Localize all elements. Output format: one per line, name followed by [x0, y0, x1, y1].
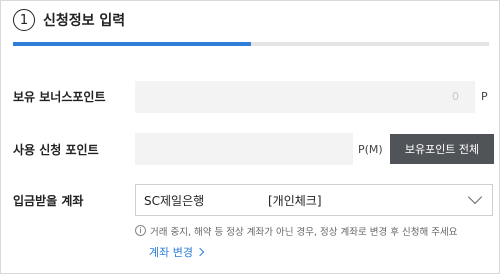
bonus-points-label: 보유 보너스포인트 — [13, 90, 106, 104]
info-icon: i — [135, 225, 146, 236]
use-points-unit: P(M) — [358, 143, 383, 156]
selected-bank: SC제일은행 — [144, 193, 205, 208]
use-all-points-button[interactable]: 보유포인트 전체 — [390, 134, 494, 164]
deposit-account-select[interactable]: SC제일은행 [개인체크] — [135, 184, 493, 216]
use-points-input[interactable] — [135, 133, 353, 165]
progress-bar — [13, 42, 489, 46]
bonus-points-value: 0 — [135, 81, 475, 113]
chevron-right-icon — [195, 247, 205, 257]
bonus-points-unit: P — [481, 90, 488, 103]
change-account-link[interactable]: 계좌 변경 — [149, 244, 205, 260]
use-points-label: 사용 신청 포인트 — [13, 143, 99, 157]
step-title: 신청정보 입력 — [43, 13, 126, 29]
progress-bar-fill — [13, 42, 251, 46]
selected-account-type: [개인체크] — [268, 193, 322, 208]
step-number-badge: 1 — [13, 9, 35, 31]
application-form-panel: 1 신청정보 입력 보유 보너스포인트 0 P 사용 신청 포인트 P(M) 보… — [0, 0, 500, 274]
account-notice-text: 거래 중지, 해약 등 정상 계좌가 아닌 경우, 정상 계좌로 변경 후 신청… — [150, 227, 458, 238]
account-notice: i 거래 중지, 해약 등 정상 계좌가 아닌 경우, 정상 계좌로 변경 후 … — [135, 224, 495, 238]
step-header: 1 신청정보 입력 — [13, 7, 125, 33]
deposit-account-label: 입금받을 계좌 — [13, 194, 84, 208]
change-account-link-label: 계좌 변경 — [149, 246, 193, 259]
